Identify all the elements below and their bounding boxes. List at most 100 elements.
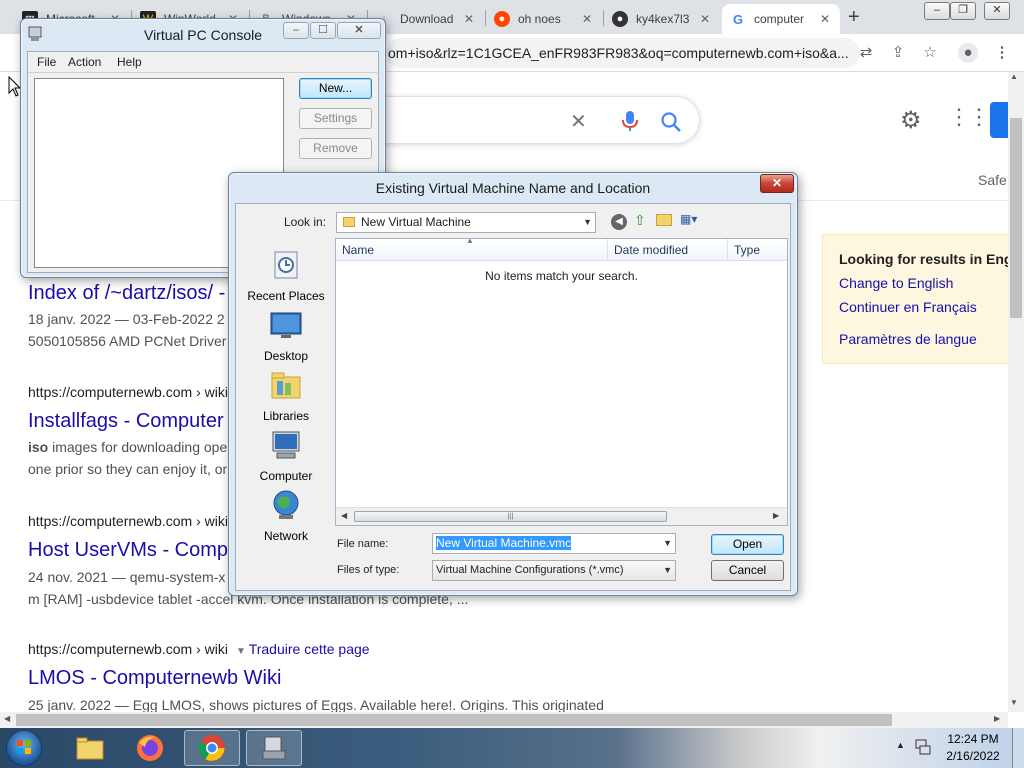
menu-action[interactable]: Action: [68, 55, 101, 69]
remove-button: Remove: [299, 138, 372, 159]
taskbar-firefox[interactable]: [122, 730, 178, 766]
file-name-input[interactable]: New Virtual Machine.vmc ▼: [432, 533, 676, 554]
menu-help[interactable]: Help: [117, 55, 142, 69]
look-in-label: Look in:: [284, 215, 327, 229]
result-url[interactable]: https://computernewb.com › wiki: [28, 513, 228, 529]
clear-search-icon[interactable]: ✕: [570, 109, 587, 134]
translate-page-link[interactable]: ▼ Traduire cette page: [236, 641, 370, 657]
language-settings-link[interactable]: Paramètres de langue: [839, 331, 977, 347]
taskbar-explorer[interactable]: [62, 730, 118, 766]
result-snippet: iso images for downloading ope: [28, 439, 228, 455]
sign-in-button[interactable]: [990, 102, 1010, 138]
translate-icon[interactable]: ⇄: [856, 43, 876, 63]
address-bar[interactable]: om+iso&rlz=1C1GCEA_enFR983FR983&oq=compu…: [386, 38, 860, 68]
bookmark-star-icon[interactable]: ☆: [920, 43, 940, 63]
maximize-icon[interactable]: ☐: [310, 22, 336, 39]
result-snippet: 24 nov. 2021 — qemu-system-x: [28, 569, 226, 585]
place-libraries[interactable]: Libraries: [242, 368, 330, 423]
scroll-up-icon[interactable]: ▲: [1010, 72, 1018, 81]
view-menu-icon[interactable]: ▦▾: [680, 212, 697, 226]
file-list-view[interactable]: Name ▲ Date modified Type No items match…: [335, 236, 788, 526]
place-desktop[interactable]: Desktop: [242, 308, 330, 363]
look-in-dropdown[interactable]: New Virtual Machine ▼: [336, 212, 596, 233]
show-hidden-icons-icon[interactable]: ▲: [896, 740, 905, 750]
clock-time[interactable]: 12:24 PM: [940, 732, 1006, 746]
result-url[interactable]: https://computernewb.com › wiki: [28, 641, 228, 657]
scroll-left-icon[interactable]: ◀: [4, 714, 10, 723]
close-tab-icon[interactable]: ✕: [818, 12, 832, 26]
files-of-type-dropdown[interactable]: Virtual Machine Configurations (*.vmc) ▼: [432, 560, 676, 581]
result-snippet: 18 janv. 2022 — 03-Feb-2022 2: [28, 311, 225, 327]
vertical-scrollbar[interactable]: ▲ ▼: [1008, 72, 1024, 712]
network-tray-icon[interactable]: [914, 738, 932, 756]
scroll-thumb[interactable]: [16, 714, 892, 726]
show-desktop-button[interactable]: [1012, 728, 1024, 768]
browser-tab[interactable]: ● oh noes ✕: [486, 4, 602, 34]
result-title-link[interactable]: Host UserVMs - Comp: [28, 539, 228, 562]
computer-icon: [272, 431, 300, 459]
profile-icon[interactable]: ●: [958, 43, 978, 63]
browser-tab[interactable]: ● ky4kex7l3 ✕: [604, 4, 720, 34]
scroll-right-icon[interactable]: ▶: [994, 714, 1000, 723]
dropdown-arrow-icon: ▼: [663, 565, 672, 575]
close-icon[interactable]: ✕: [337, 22, 381, 39]
new-vm-button[interactable]: New...: [299, 78, 372, 99]
file-name-label: File name:: [337, 538, 389, 550]
dialog-close-icon[interactable]: ✕: [760, 174, 794, 193]
minimize-icon[interactable]: –: [283, 22, 309, 39]
scroll-right-icon[interactable]: ▶: [773, 511, 779, 520]
result-title-link[interactable]: Index of /~dartz/isos/ -: [28, 282, 225, 305]
files-of-type-label: Files of type:: [337, 564, 400, 576]
start-button[interactable]: [6, 730, 42, 766]
taskbar-chrome[interactable]: [184, 730, 240, 766]
language-heading: Looking for results in Engli: [839, 251, 1021, 267]
place-recent-places[interactable]: Recent Places: [242, 248, 330, 303]
firefox-icon: [137, 735, 163, 761]
scroll-thumb[interactable]: |||: [354, 511, 667, 522]
column-header-date-modified[interactable]: Date modified: [608, 239, 728, 261]
share-icon[interactable]: ⇪: [888, 43, 908, 63]
result-url[interactable]: https://computernewb.com › wiki: [28, 384, 228, 400]
up-folder-icon[interactable]: ⇧: [634, 212, 646, 229]
file-list-hscrollbar[interactable]: ◀ ||| ▶: [336, 507, 787, 525]
safesearch-label[interactable]: Safe: [978, 172, 1007, 188]
menu-file[interactable]: File: [37, 55, 56, 69]
open-button[interactable]: Open: [711, 534, 784, 555]
new-folder-icon[interactable]: [656, 214, 672, 226]
settings-gear-icon[interactable]: ⚙: [900, 106, 922, 135]
result-title-link[interactable]: LMOS - Computernewb Wiki: [28, 667, 281, 690]
close-tab-icon[interactable]: ✕: [580, 12, 594, 26]
horizontal-scrollbar[interactable]: ◀ ▶: [0, 712, 1008, 728]
result-snippet: one prior so they can enjoy it, or: [28, 461, 228, 477]
chrome-menu-icon[interactable]: ⋮: [992, 43, 1012, 63]
scroll-thumb[interactable]: [1010, 118, 1022, 318]
place-computer[interactable]: Computer: [242, 428, 330, 483]
taskbar-virtual-pc[interactable]: [246, 730, 302, 766]
search-icon[interactable]: [660, 111, 682, 133]
change-to-english-link[interactable]: Change to English: [839, 275, 953, 291]
dialog-client: Look in: New Virtual Machine ▼ ◀ ⇧ ▦▾ Re…: [235, 203, 791, 591]
place-network[interactable]: Network: [242, 488, 330, 543]
new-tab-icon[interactable]: +: [848, 6, 860, 29]
recent-places-icon: [274, 251, 298, 279]
column-header-row: Name ▲ Date modified Type: [336, 236, 787, 261]
search-box[interactable]: ✕: [380, 96, 700, 144]
column-header-type[interactable]: Type: [728, 239, 787, 261]
windows-taskbar: ▲ 12:24 PM 2/16/2022: [0, 728, 1024, 768]
close-window-icon[interactable]: ✕: [984, 2, 1010, 20]
cancel-button[interactable]: Cancel: [711, 560, 784, 581]
restore-window-icon[interactable]: ❐: [950, 2, 976, 20]
result-title-link[interactable]: Installfags - Computer: [28, 410, 224, 433]
back-icon[interactable]: ◀: [611, 214, 627, 230]
scroll-down-icon[interactable]: ▼: [1010, 698, 1018, 707]
close-tab-icon[interactable]: ✕: [698, 12, 712, 26]
close-tab-icon[interactable]: ✕: [462, 12, 476, 26]
scroll-left-icon[interactable]: ◀: [341, 511, 347, 520]
clock-date[interactable]: 2/16/2022: [940, 749, 1006, 763]
minimize-window-icon[interactable]: –: [924, 2, 950, 20]
microphone-icon[interactable]: [622, 110, 638, 132]
continue-french-link[interactable]: Continuer en Français: [839, 299, 977, 315]
reddit-favicon-icon: ●: [494, 11, 510, 27]
settings-button: Settings: [299, 108, 372, 129]
browser-tab-active[interactable]: G computer ✕: [722, 4, 840, 34]
